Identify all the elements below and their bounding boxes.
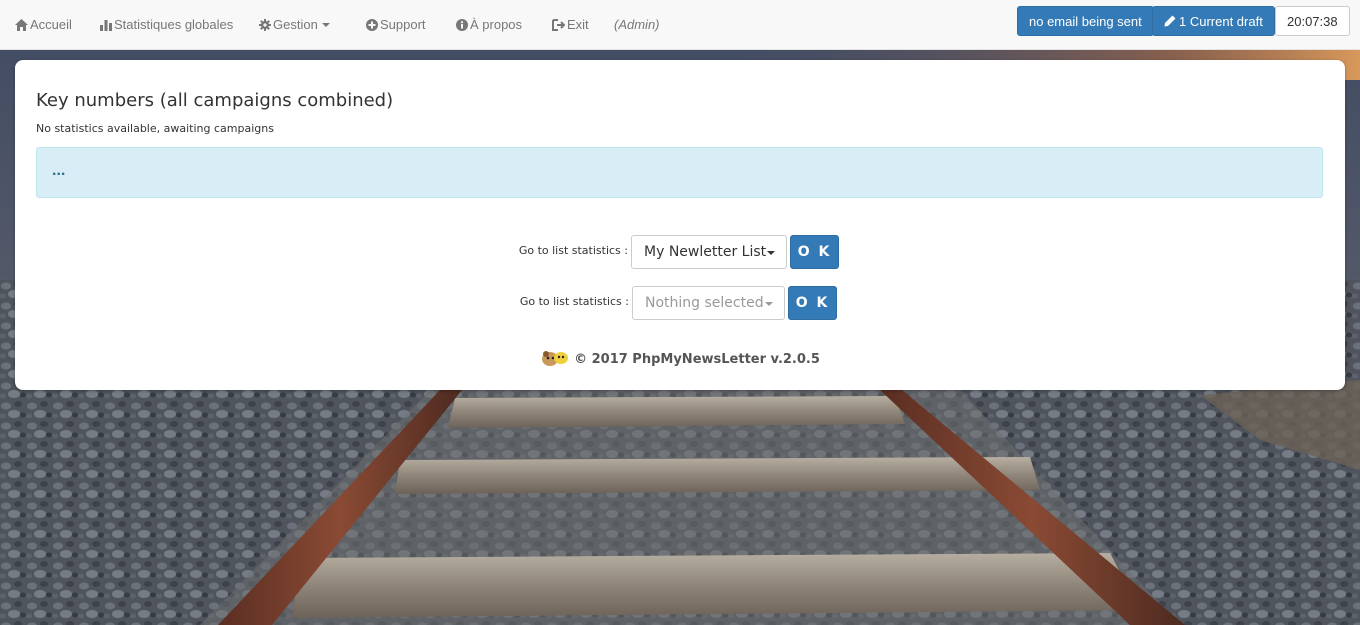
chevron-down-icon: [767, 251, 775, 255]
chevron-down-icon: [321, 23, 330, 27]
gear-icon: [259, 19, 271, 31]
nav-global-stats[interactable]: Statistiques globales: [100, 0, 233, 50]
no-stats-message: No statistics available, awaiting campai…: [36, 122, 274, 135]
nav-support[interactable]: Support: [366, 0, 426, 50]
ok-button[interactable]: O K: [788, 286, 837, 320]
logout-icon: [552, 19, 565, 31]
chevron-down-icon: [765, 302, 773, 306]
list-stats-form-1: Go to list statistics : My Newletter Lis…: [15, 235, 1345, 269]
info-circle-icon: [456, 19, 468, 31]
nav-home-label: Accueil: [30, 17, 72, 32]
current-draft-label: 1 Current draft: [1179, 14, 1263, 29]
key-numbers-panel: Key numbers (all campaigns combined) No …: [15, 60, 1345, 390]
app-logo-icon: [542, 351, 569, 366]
nav-about-label: À propos: [470, 17, 523, 32]
nav-exit[interactable]: Exit: [552, 0, 589, 50]
list-stats-label: Go to list statistics :: [518, 244, 628, 257]
info-alert: ...: [36, 147, 1323, 198]
nav-about[interactable]: À propos: [456, 0, 522, 50]
list-select[interactable]: My Newletter List: [631, 235, 787, 269]
home-icon: [15, 19, 28, 31]
clock-display: 20:07:38: [1275, 6, 1350, 36]
footer: © 2017 PhpMyNewsLetter v.2.0.5: [15, 348, 1345, 370]
current-draft-button[interactable]: 1 Current draft: [1152, 6, 1275, 36]
nav-exit-label: Exit: [567, 17, 589, 32]
bar-chart-icon: [100, 20, 112, 31]
nav-global-stats-label: Statistiques globales: [114, 17, 234, 32]
nav-manage-label: Gestion: [273, 17, 318, 32]
plus-circle-icon: [366, 19, 378, 31]
list-select[interactable]: Nothing selected: [632, 286, 785, 320]
pencil-icon: [1164, 15, 1176, 27]
nav-support-label: Support: [380, 17, 426, 32]
list-select-placeholder: Nothing selected: [645, 295, 764, 311]
nav-manage-dropdown[interactable]: Gestion: [259, 0, 330, 50]
email-status-button[interactable]: no email being sent: [1017, 6, 1154, 36]
list-stats-label: Go to list statistics :: [519, 295, 629, 308]
list-select-value: My Newletter List: [644, 244, 767, 260]
admin-role-label: (Admin): [614, 17, 660, 32]
footer-text: © 2017 PhpMyNewsLetter v.2.0.5: [574, 352, 820, 367]
top-navbar: Accueil Statistiques globales Gestion Su…: [0, 0, 1360, 50]
page-title: Key numbers (all campaigns combined): [36, 90, 394, 111]
nav-home[interactable]: Accueil: [15, 0, 72, 50]
list-stats-form-2: Go to list statistics : Nothing selected…: [15, 286, 1345, 320]
ok-button[interactable]: O K: [790, 235, 839, 269]
